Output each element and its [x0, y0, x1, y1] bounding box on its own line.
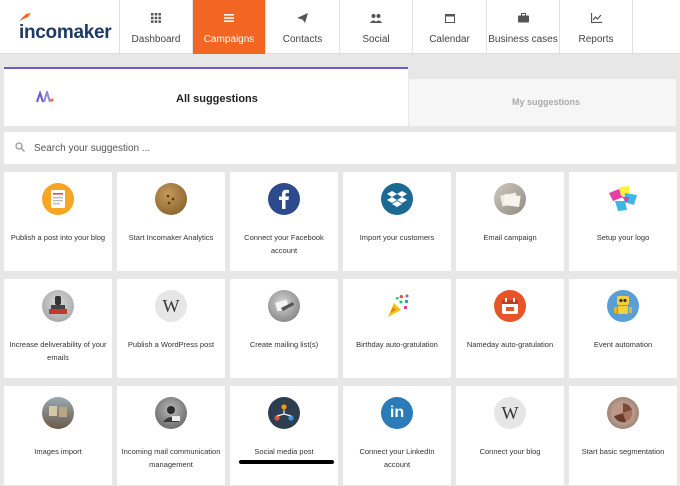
- nav-campaigns[interactable]: Campaigns: [193, 0, 266, 54]
- mail-management-icon: [155, 397, 187, 429]
- suggestion-tabs: All suggestions My suggestions: [4, 67, 676, 126]
- card-setup-logo[interactable]: Setup your logo: [569, 172, 677, 271]
- card-connect-facebook[interactable]: Connect your Facebook account: [230, 172, 338, 271]
- card-import-customers[interactable]: Import your customers: [343, 172, 451, 271]
- segmentation-icon: [607, 397, 639, 429]
- nav-label: Business cases: [488, 34, 558, 45]
- facebook-icon: [268, 183, 300, 215]
- card-label: Connect your blog: [479, 447, 541, 456]
- nav-contacts[interactable]: Contacts: [266, 0, 340, 54]
- card-label: Social media post: [254, 447, 314, 456]
- app-logo[interactable]: incomaker: [0, 0, 120, 54]
- search-input[interactable]: [34, 138, 634, 158]
- search-icon: [15, 142, 25, 152]
- blog-post-icon: [42, 183, 74, 215]
- search-bar: [4, 132, 676, 164]
- mailing-list-icon: [268, 290, 300, 322]
- card-incoming-mail-management[interactable]: Incoming mail communication management: [117, 386, 225, 485]
- card-label: Nameday auto-gratulation: [466, 340, 554, 349]
- list-icon: [224, 14, 234, 22]
- calendar-icon: [444, 14, 455, 23]
- tab-all-suggestions[interactable]: All suggestions: [4, 67, 408, 126]
- paper-plane-icon: [297, 13, 308, 23]
- tab-label: All suggestions: [176, 93, 258, 105]
- logo-setup-icon: [607, 183, 639, 215]
- nav-social[interactable]: Social: [340, 0, 413, 54]
- tab-label: My suggestions: [512, 97, 581, 107]
- stamp-icon: [42, 290, 74, 322]
- card-images-import[interactable]: Images import: [4, 386, 112, 485]
- logo-mark-icon: [19, 13, 31, 21]
- card-label: Birthday auto-gratulation: [356, 340, 438, 349]
- wikipedia-icon: W: [494, 397, 526, 429]
- nav-label: Contacts: [282, 34, 323, 45]
- top-navigation-bar: incomaker Dashboard Campaigns Contacts S…: [0, 0, 680, 54]
- nav-label: Reports: [578, 34, 614, 45]
- card-birthday-gratulation[interactable]: Birthday auto-gratulation: [343, 279, 451, 378]
- card-label: Increase deliverability of your emails: [9, 340, 107, 362]
- nav-calendar[interactable]: Calendar: [413, 0, 487, 54]
- robot-icon: [607, 290, 639, 322]
- card-connect-blog[interactable]: W Connect your blog: [456, 386, 564, 485]
- calendar-date-icon: [494, 290, 526, 322]
- suggestions-icon: [36, 91, 54, 103]
- nav-label: Calendar: [429, 34, 470, 45]
- social-network-icon: [268, 397, 300, 429]
- card-label: Email campaign: [483, 233, 537, 242]
- card-increase-deliverability[interactable]: Increase deliverability of your emails: [4, 279, 112, 378]
- logo-text: incomaker: [19, 22, 112, 43]
- wordpress-icon: W: [155, 290, 187, 322]
- card-nameday-gratulation[interactable]: Nameday auto-gratulation: [456, 279, 564, 378]
- party-popper-icon: [381, 290, 413, 322]
- card-label: Create mailing list(s): [249, 340, 319, 349]
- analytics-icon: [155, 183, 187, 215]
- main-nav: Dashboard Campaigns Contacts Social Cale…: [120, 0, 633, 54]
- card-label: Incoming mail communication management: [121, 447, 221, 469]
- tab-my-suggestions[interactable]: My suggestions: [409, 79, 676, 126]
- card-label: Start Incomaker Analytics: [128, 233, 214, 242]
- card-label: Publish a post into your blog: [10, 233, 106, 242]
- card-label: Connect your LinkedIn account: [359, 447, 435, 469]
- card-create-mailing-list[interactable]: Create mailing list(s): [230, 279, 338, 378]
- card-label: Start basic segmentation: [581, 447, 665, 456]
- grid-icon: [151, 13, 161, 23]
- nav-label: Dashboard: [131, 34, 181, 45]
- card-label: Event automation: [593, 340, 653, 349]
- card-publish-blog-post[interactable]: Publish a post into your blog: [4, 172, 112, 271]
- nav-business-cases[interactable]: Business cases: [487, 0, 560, 54]
- card-start-analytics[interactable]: Start Incomaker Analytics: [117, 172, 225, 271]
- card-publish-wordpress[interactable]: W Publish a WordPress post: [117, 279, 225, 378]
- nav-dashboard[interactable]: Dashboard: [120, 0, 193, 54]
- images-icon: [42, 397, 74, 429]
- card-social-media-post[interactable]: Social media post: [230, 386, 338, 485]
- nav-label: Social: [362, 34, 390, 45]
- card-label: Connect your Facebook account: [244, 233, 324, 255]
- nav-reports[interactable]: Reports: [560, 0, 633, 54]
- card-label: Publish a WordPress post: [127, 340, 215, 349]
- card-label: Setup your logo: [596, 233, 650, 242]
- dropbox-icon: [381, 183, 413, 215]
- card-event-automation[interactable]: Event automation: [569, 279, 677, 378]
- line-chart-icon: [590, 13, 602, 23]
- card-connect-linkedin[interactable]: in Connect your LinkedIn account: [343, 386, 451, 485]
- briefcase-icon: [517, 13, 529, 23]
- card-start-segmentation[interactable]: Start basic segmentation: [569, 386, 677, 485]
- people-icon: [370, 14, 382, 23]
- card-email-campaign[interactable]: Email campaign: [456, 172, 564, 271]
- linkedin-icon: in: [381, 397, 413, 429]
- email-campaign-icon: [494, 183, 526, 215]
- card-label: Import your customers: [359, 233, 435, 242]
- nav-label: Campaigns: [203, 34, 255, 45]
- redaction-bar: [239, 460, 334, 464]
- card-label: Images import: [34, 447, 82, 456]
